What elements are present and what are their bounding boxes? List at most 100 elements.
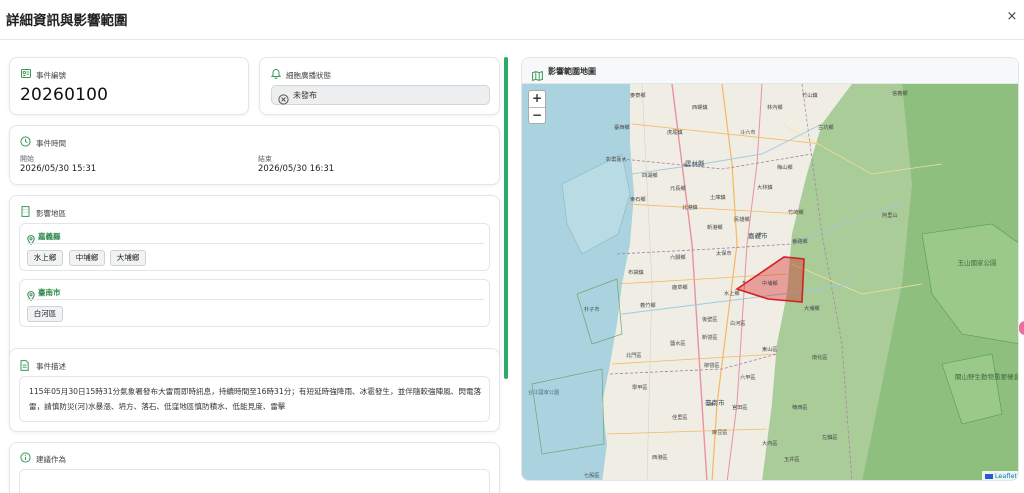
flag-icon (984, 473, 993, 479)
town-chip: 中埔鄉 (69, 250, 105, 266)
map-label: 番路鄉 (792, 239, 808, 245)
county-group-chiayi: 嘉義縣 水上鄉 中埔鄉 大埔鄉 (19, 223, 490, 271)
map-label: 民雄鄉 (734, 217, 750, 223)
map-label: 太保市 (716, 251, 732, 257)
map-label: 玉山國家公園 (957, 259, 997, 267)
map-label: 中埔鄉 (762, 281, 778, 287)
map-label: 臺西鄉 (614, 125, 630, 131)
suggestion-card: 建議作為 (9, 442, 500, 493)
map-label: 阿里山 (882, 213, 898, 219)
map-label: 麥寮鄉 (630, 93, 646, 99)
map-label: 彰雲嘉大 (606, 157, 627, 163)
close-button[interactable]: × (1004, 9, 1020, 25)
info-icon (20, 452, 31, 466)
event-description-card: 事件描述 115年05月30日15時31分氣象署發布大雷雨即時訊息，持續時間至1… (9, 348, 500, 432)
location-pin-icon (27, 230, 35, 249)
attribution-text[interactable]: Leaflet (995, 472, 1017, 480)
map-label: 臺南市 (705, 399, 725, 407)
zoom-out-button[interactable]: − (529, 108, 545, 124)
map-label: 竹山鎮 (802, 93, 818, 99)
id-card-icon (21, 69, 31, 81)
affected-area-label: 影響地區 (36, 209, 66, 218)
map-label: 柳營區 (704, 363, 720, 369)
map-label: 大林鎮 (757, 185, 773, 191)
map-label: 左鎮區 (822, 435, 838, 441)
suggestion-box (19, 469, 490, 493)
map-label: 四湖鄉 (642, 173, 658, 179)
map-label: 官田區 (732, 405, 748, 411)
circle-x-icon (278, 90, 289, 109)
map-label: 學甲區 (632, 385, 648, 391)
map-card: 影響範圍地圖 彰雲嘉大 雲林縣 嘉義市 臺南市 大埔鄉 玉山國家公園 台江國家公… (521, 57, 1019, 481)
map-label: 嘉義市 (748, 232, 768, 240)
dialog-title: 詳細資訊與影響範圍 (6, 13, 128, 29)
county-divider (27, 299, 484, 300)
broadcast-status-card: 細胞廣播狀態 未發布 (259, 57, 500, 115)
town-chip: 白河區 (27, 306, 63, 322)
map-label: 鹿草鄉 (672, 285, 688, 291)
end-time-value: 2026/05/30 16:31 (258, 164, 335, 174)
map-label: 鹽水區 (670, 341, 686, 347)
map-header: 影響範圍地圖 (522, 58, 1018, 84)
event-time-label: 事件時間 (36, 139, 66, 148)
map-label: 楠西區 (792, 405, 808, 411)
map-attribution[interactable]: Leaflet (981, 471, 1018, 480)
bell-icon (270, 68, 282, 82)
map-label: 土庫鎮 (710, 195, 726, 201)
map-label: 新港鄉 (707, 225, 723, 231)
map-label: 南化區 (812, 355, 828, 361)
broadcast-status-label: 細胞廣播狀態 (286, 71, 331, 80)
event-id-card: 事件編號 20260100 (9, 57, 249, 115)
town-chip: 大埔鄉 (110, 250, 146, 266)
county-name-chiayi: 嘉義縣 (38, 232, 61, 241)
impact-map[interactable]: 彰雲嘉大 雲林縣 嘉義市 臺南市 大埔鄉 玉山國家公園 台江國家公園 朴子市 東… (522, 84, 1018, 480)
document-icon (20, 360, 29, 374)
map-label: 信義鄉 (892, 91, 908, 97)
map-label: 後壁區 (702, 317, 718, 323)
map-label: 虎尾鎮 (667, 130, 683, 136)
map-label: 西螺鎮 (692, 105, 708, 111)
map-label: 布袋鎮 (628, 270, 644, 276)
location-pin-icon (27, 286, 35, 305)
map-label: 北港鎮 (682, 205, 698, 211)
start-time-label: 開始 (20, 155, 34, 163)
suggestion-label: 建議作為 (36, 455, 66, 464)
county-name-tainan: 臺南市 (38, 288, 61, 297)
start-time-value: 2026/05/30 15:31 (20, 164, 97, 174)
map-label: 斗六市 (740, 130, 756, 136)
floating-avatar[interactable] (1019, 321, 1024, 335)
map-label: 西港區 (652, 455, 668, 461)
event-id-label: 事件編號 (36, 71, 66, 80)
map-label: 麻豆區 (712, 430, 728, 436)
building-icon (21, 206, 30, 220)
scrollbar[interactable] (504, 57, 508, 379)
map-label: 六腳鄉 (670, 255, 686, 261)
county-divider (27, 243, 484, 244)
map-label: 竹崎鄉 (788, 210, 804, 216)
map-label: 東山區 (762, 347, 778, 353)
detail-panel: 事件編號 20260100 細胞廣播狀態 未發布 事件時間 開始 2026/05… (0, 40, 512, 493)
map-label: 北門區 (626, 353, 642, 359)
clock-icon (20, 136, 31, 150)
map-label: 古坑鄉 (818, 125, 834, 131)
map-label: 雲林縣 (685, 160, 705, 168)
map-label: 朴子市 (584, 307, 600, 313)
map-label: 梅山鄉 (777, 165, 793, 171)
map-label: 新營區 (702, 335, 718, 341)
map-label: 大埔鄉 (804, 306, 820, 312)
zoom-in-button[interactable]: + (529, 91, 545, 107)
map-label: 六甲區 (740, 375, 756, 381)
map-label: 玉井區 (784, 457, 800, 463)
event-time-card: 事件時間 開始 2026/05/30 15:31 結束 2026/05/30 1… (9, 125, 500, 185)
map-label: 元長鄉 (670, 186, 686, 192)
county-group-tainan: 臺南市 白河區 (19, 279, 490, 327)
map-label: 東石鄉 (630, 197, 646, 203)
map-label: 台江國家公園 (528, 390, 560, 396)
dialog-header: 詳細資訊與影響範圍 × (0, 0, 1024, 40)
description-label: 事件描述 (36, 362, 66, 371)
map-label: 白河區 (730, 321, 746, 327)
zoom-control: + − (528, 90, 546, 124)
map-label: 佳里區 (672, 415, 688, 421)
broadcast-status-badge: 未發布 (271, 85, 490, 105)
map-label: 大內區 (762, 441, 778, 447)
